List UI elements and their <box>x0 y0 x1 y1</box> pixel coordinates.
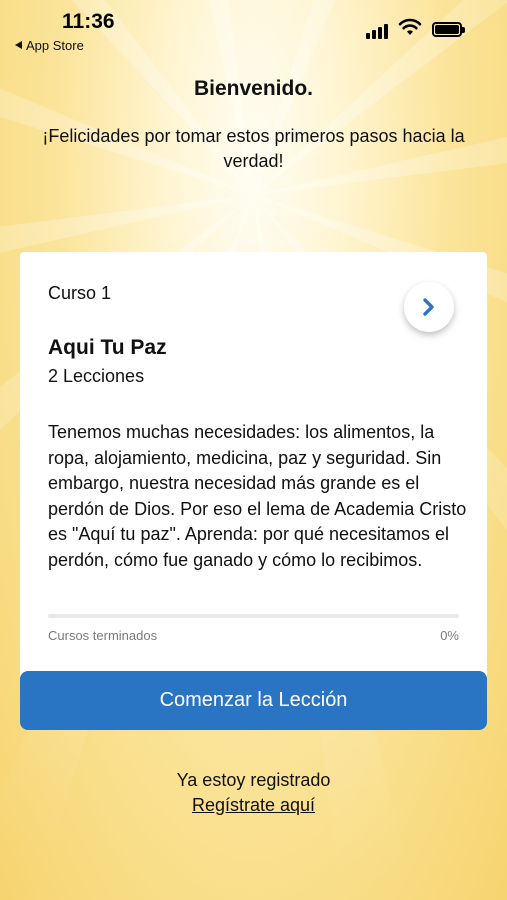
progress-percent: 0% <box>440 628 459 643</box>
start-lesson-button[interactable]: Comenzar la Lección <box>20 671 487 730</box>
welcome-subtitle: ¡Felicidades por tomar estos primeros pa… <box>42 126 465 171</box>
register-link-label[interactable]: Regístrate aquí <box>192 795 315 815</box>
status-time: 11:36 <box>62 10 115 33</box>
course-number: Curso 1 <box>48 283 112 303</box>
back-to-app-store-link[interactable]: App Store <box>15 38 84 53</box>
course-next-button[interactable] <box>404 282 454 332</box>
back-label: App Store <box>26 38 84 53</box>
chevron-right-icon <box>423 298 434 316</box>
cellular-signal-icon <box>366 21 390 39</box>
back-triangle-icon <box>15 41 22 49</box>
progress-bar <box>48 614 459 618</box>
page-title: Bienvenido. <box>193 77 314 100</box>
course-description: Tenemos muchas necesidades: los alimento… <box>48 422 467 570</box>
battery-icon <box>432 22 465 37</box>
course-card[interactable]: Curso 1 Aqui Tu Paz 2 Lecciones Tenemos … <box>20 252 487 692</box>
progress-label: Cursos terminados <box>48 628 158 643</box>
course-title: Aqui Tu Paz <box>48 336 167 359</box>
already-registered-text[interactable]: Ya estoy registrado <box>0 770 507 791</box>
register-link[interactable]: Regístrate aquí <box>0 795 507 816</box>
wifi-icon <box>398 18 422 35</box>
status-bar: 11:36 App Store <box>0 0 507 60</box>
lesson-count: 2 Lecciones <box>48 366 145 386</box>
